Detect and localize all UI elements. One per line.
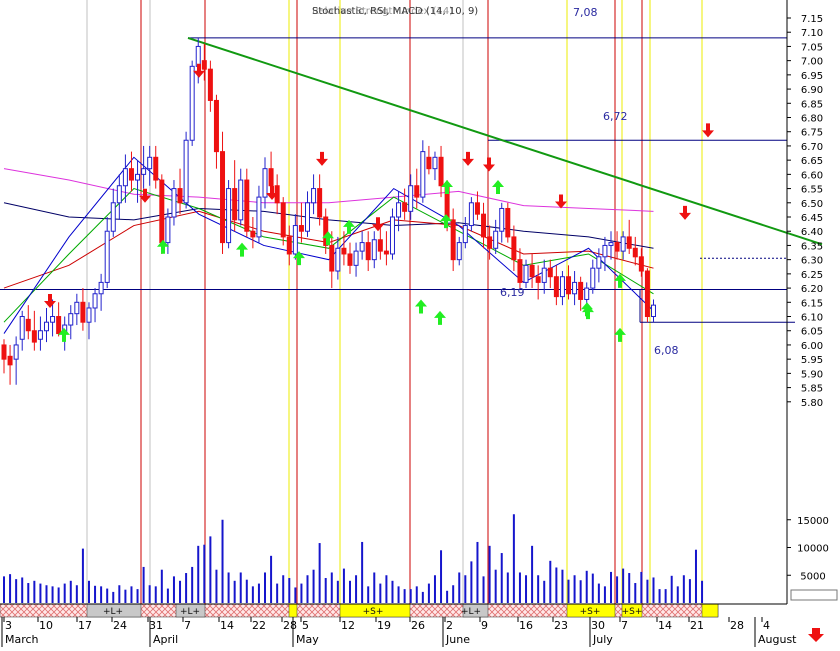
price-tick-label: 6.60 (801, 170, 823, 181)
stock-chart: 7,08 6,72 6,19 6,08 +L+ +L+ +S+ +L+ +S+ +S+ 7.15… (0, 0, 840, 647)
signal-segment (288, 603, 298, 618)
date-tick-label: 26 (411, 619, 425, 632)
date-tick-label: 17 (78, 619, 92, 632)
overlay-title-2: Relative Strength Index (14) (312, 6, 453, 17)
month-label: April (153, 633, 178, 646)
date-tick-label: 3 (5, 619, 12, 632)
date-tick-label: 22 (252, 619, 266, 632)
price-tick-label: 6.25 (801, 270, 823, 281)
price-tick-label: 6.50 (801, 199, 823, 210)
price-tick-label: 5.80 (801, 398, 823, 409)
price-tick-label: 6.35 (801, 241, 823, 252)
date-tick-label: 21 (690, 619, 704, 632)
signal-label: +L+ (180, 607, 200, 617)
volume-scale-box (790, 589, 838, 601)
price-tick-label: 6.90 (801, 85, 823, 96)
price-tick-label: 6.10 (801, 313, 823, 324)
date-tick-label: 4 (763, 619, 770, 632)
date-tick-label: 7 (184, 619, 191, 632)
chart-canvas: 7,08 6,72 6,19 6,08 +L+ +L+ +S+ +L+ +S+ +S+ 7.15… (0, 0, 840, 647)
price-tick-label: 6.45 (801, 213, 823, 224)
price-tick-label: 5.90 (801, 369, 823, 380)
price-tick-label: 6.70 (801, 142, 823, 153)
candle (644, 268, 650, 323)
candle (505, 202, 511, 243)
candle (183, 131, 189, 209)
month-label: June (445, 633, 470, 646)
candle (226, 180, 232, 249)
price-tick-label: 6.75 (801, 128, 823, 139)
price-tick-label: 6.20 (801, 284, 823, 295)
signal-label: +L+ (103, 607, 123, 617)
month-label: August (758, 633, 797, 646)
price-tick-label: 7.05 (801, 42, 823, 53)
date-tick-label: 28 (730, 619, 744, 632)
price-tick-label: 6.05 (801, 327, 823, 338)
date-tick-label: 24 (113, 619, 127, 632)
date-tick-label: 5 (302, 619, 309, 632)
price-level-label: 6,72 (603, 110, 628, 123)
signal-label: +S+ (580, 607, 601, 617)
date-tick-label: 31 (149, 619, 163, 632)
volume-tick-label: 10000 (797, 544, 829, 555)
price-level-label: 6,08 (654, 344, 679, 357)
date-tick-label: 16 (519, 619, 533, 632)
price-tick-label: 7.00 (801, 57, 823, 68)
signal-bar: +L+ +L+ +S+ +L+ +S+ +S+ (0, 603, 719, 618)
price-tick-label: 6.95 (801, 71, 823, 82)
date-tick-label: 7 (621, 619, 628, 632)
signal-label: +L+ (461, 607, 481, 617)
price-tick-label: 6.80 (801, 114, 823, 125)
date-tick-label: 9 (481, 619, 488, 632)
volume-tick-label: 15000 (797, 516, 829, 527)
month-label: July (592, 633, 613, 646)
price-tick-label: 6.30 (801, 256, 823, 267)
price-tick-label: 6.85 (801, 99, 823, 110)
price-tick-label: 7.10 (801, 28, 823, 39)
price-tick-label: 6.65 (801, 156, 823, 167)
date-tick-label: 30 (591, 619, 605, 632)
signal-label: +S+ (622, 607, 643, 617)
month-label: May (296, 633, 319, 646)
month-label: March (5, 633, 39, 646)
price-tick-label: 7.15 (801, 14, 823, 25)
signal-label: +S+ (363, 607, 384, 617)
date-tick-label: 12 (341, 619, 355, 632)
price-tick-label: 6.40 (801, 227, 823, 238)
price-level-label: 6,19 (500, 286, 525, 299)
price-tick-label: 6.00 (801, 341, 823, 352)
chart-background (0, 0, 840, 647)
date-tick-label: 28 (283, 619, 297, 632)
price-level-label: 7,08 (573, 6, 598, 19)
price-tick-label: 5.85 (801, 384, 823, 395)
price-tick-label: 6.55 (801, 185, 823, 196)
date-tick-label: 14 (658, 619, 672, 632)
date-tick-label: 23 (554, 619, 568, 632)
date-tick-label: 19 (377, 619, 391, 632)
volume-tick-label: 5000 (800, 571, 825, 582)
price-tick-label: 5.95 (801, 355, 823, 366)
date-tick-label: 14 (220, 619, 234, 632)
date-tick-label: 2 (446, 619, 453, 632)
signal-segment (701, 603, 719, 618)
date-tick-label: 10 (39, 619, 53, 632)
price-tick-label: 6.15 (801, 298, 823, 309)
candle (189, 60, 195, 146)
